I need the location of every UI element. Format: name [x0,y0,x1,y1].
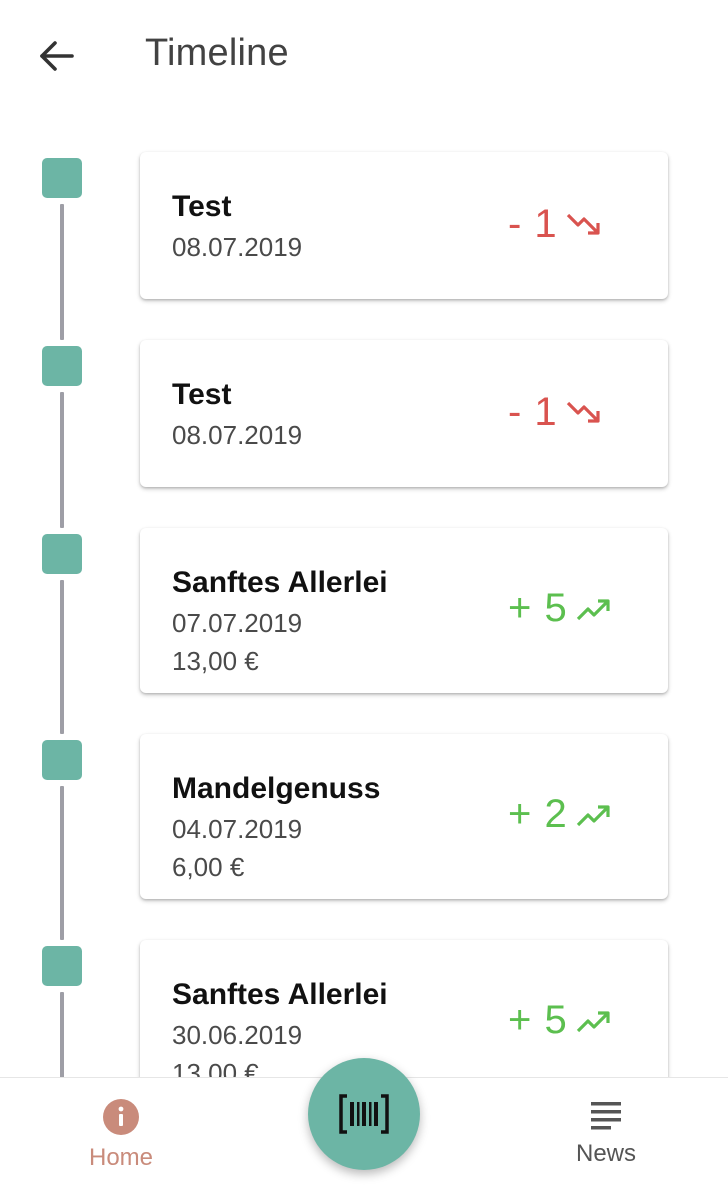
entry-date: 04.07.2019 [172,814,303,844]
delta-value: + 5 [508,998,568,1042]
timeline-node [42,158,82,198]
delta-value: + 2 [508,792,568,836]
entry-delta: + 5 [508,998,612,1043]
entry-delta: + 5 [508,586,612,631]
entry-delta: - 1 [508,390,602,435]
info-icon [103,1099,139,1135]
app-bar: Timeline [0,0,728,112]
news-lines-icon [591,1102,621,1130]
entry-name: Mandelgenuss [172,772,381,805]
barcode-scan-icon [339,1094,389,1134]
timeline-card[interactable]: Test 08.07.2019 - 1 [140,152,668,299]
timeline-line [60,204,64,340]
entry-name: Test [172,378,232,411]
entry-date: 30.06.2019 [172,1020,303,1050]
timeline: Test 08.07.2019 - 1 Test 08.07.2019 - 1 … [0,0,728,1077]
timeline-card[interactable]: Sanftes Allerlei 30.06.2019 13,00 € + 5 [140,940,668,1077]
entry-price: 13,00 € [172,1058,259,1077]
page-title: Timeline [145,32,289,74]
nav-home[interactable]: Home [60,1098,182,1178]
nav-news[interactable]: News [545,1098,667,1178]
timeline-node [42,740,82,780]
nav-news-label: News [575,1140,636,1167]
trending-up-icon [576,1010,610,1032]
trending-down-icon [566,401,600,423]
timeline-line [60,786,64,940]
trending-up-icon [576,804,610,826]
timeline-node [42,346,82,386]
entry-name: Test [172,190,232,223]
timeline-node [42,946,82,986]
entry-price: 6,00 € [172,852,245,882]
entry-name: Sanftes Allerlei [172,978,388,1011]
delta-value: - 1 [508,390,558,434]
timeline-node [42,534,82,574]
scan-button[interactable] [308,1058,420,1170]
trending-down-icon [566,213,600,235]
delta-value: - 1 [508,202,558,246]
entry-name: Sanftes Allerlei [172,566,388,599]
arrow-back-icon [40,41,74,71]
entry-date: 08.07.2019 [172,420,303,450]
nav-home-label: Home [88,1144,154,1171]
timeline-card[interactable]: Sanftes Allerlei 07.07.2019 13,00 € + 5 [140,528,668,693]
entry-delta: - 1 [508,202,602,247]
entry-date: 08.07.2019 [172,232,303,262]
trending-up-icon [576,598,610,620]
timeline-line [60,580,64,734]
timeline-card[interactable]: Mandelgenuss 04.07.2019 6,00 € + 2 [140,734,668,899]
timeline-line [60,992,64,1077]
entry-price: 13,00 € [172,646,259,676]
delta-value: + 5 [508,586,568,630]
timeline-line [60,392,64,528]
entry-delta: + 2 [508,792,612,837]
entry-date: 07.07.2019 [172,608,303,638]
back-button[interactable] [28,28,84,84]
timeline-card[interactable]: Test 08.07.2019 - 1 [140,340,668,487]
